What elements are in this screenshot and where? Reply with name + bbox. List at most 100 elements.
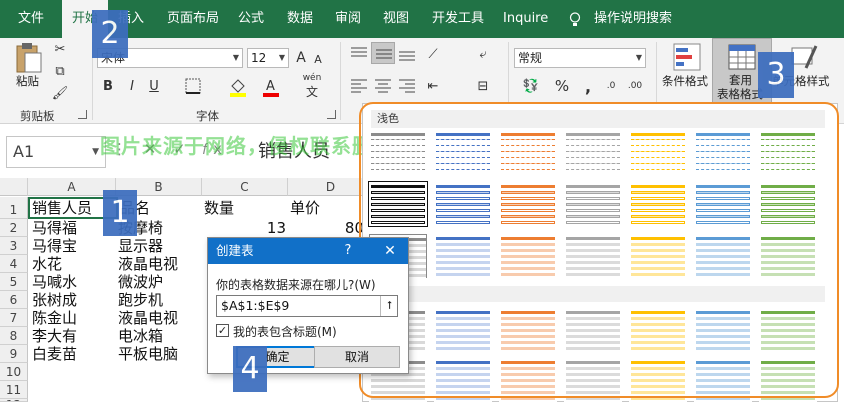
conditional-format-icon[interactable] <box>672 42 702 72</box>
fill-color-button[interactable] <box>222 76 254 98</box>
cell-b5[interactable]: 微波炉 <box>118 273 163 291</box>
orientation-icon[interactable]: ⟋ <box>420 44 446 64</box>
align-middle-button[interactable] <box>371 42 395 64</box>
table-style-thumb[interactable] <box>434 358 492 402</box>
table-style-thumb[interactable] <box>499 182 557 226</box>
table-style-thumb[interactable] <box>434 130 492 174</box>
table-style-thumb[interactable] <box>694 182 752 226</box>
cell-a6[interactable]: 张树成 <box>32 291 77 309</box>
conditional-format-label[interactable]: 条件格式 <box>662 74 708 88</box>
comma-button[interactable]: , <box>580 76 596 96</box>
table-style-thumb[interactable] <box>434 182 492 226</box>
table-style-thumb[interactable] <box>564 308 622 352</box>
row-header[interactable]: 2 <box>0 219 28 237</box>
decrease-decimal-icon[interactable]: .00 <box>624 76 646 96</box>
indent-icon[interactable]: ⇤ <box>420 76 446 96</box>
range-input[interactable]: $A$1:$E$9 <box>216 295 398 317</box>
table-style-thumb[interactable] <box>629 234 687 278</box>
align-center-icon[interactable] <box>374 78 392 94</box>
font-grow-icon[interactable]: A <box>293 48 309 68</box>
tab-review[interactable]: 审阅 <box>335 0 361 38</box>
help-icon[interactable]: ? <box>340 238 356 264</box>
phonetic-button[interactable]: wén 文 <box>298 73 326 99</box>
table-style-thumb[interactable] <box>629 308 687 352</box>
tab-view[interactable]: 视图 <box>383 0 409 38</box>
table-style-thumb[interactable] <box>759 182 817 226</box>
cell-b6[interactable]: 跑步机 <box>118 291 163 309</box>
paste-label[interactable]: 粘贴 <box>16 74 39 88</box>
table-style-thumb[interactable] <box>564 358 622 402</box>
cell-c1[interactable]: 数量 <box>204 199 234 217</box>
tab-file[interactable]: 文件 <box>18 0 44 38</box>
cell-b8[interactable]: 电冰箱 <box>118 327 163 345</box>
copy-icon[interactable]: ⧉ <box>50 62 70 80</box>
table-style-thumb[interactable] <box>369 130 427 174</box>
cell-a9[interactable]: 白麦苗 <box>32 345 77 363</box>
table-style-thumb[interactable] <box>368 181 428 227</box>
cell-a8[interactable]: 李大有 <box>32 327 77 345</box>
table-style-thumb[interactable] <box>629 130 687 174</box>
row-header[interactable]: 3 <box>0 237 28 255</box>
cut-icon[interactable]: ✂ <box>50 40 70 58</box>
increase-decimal-icon[interactable]: .0 <box>600 76 622 96</box>
table-style-thumb[interactable] <box>564 182 622 226</box>
number-format-dropdown[interactable]: 常规 ▼ <box>514 48 646 68</box>
align-top-icon[interactable] <box>350 46 368 62</box>
align-right-icon[interactable] <box>398 78 416 94</box>
table-style-thumb[interactable] <box>499 308 557 352</box>
cell-d1[interactable]: 单价 <box>290 199 320 217</box>
cell-b3[interactable]: 显示器 <box>118 237 163 255</box>
underline-button[interactable]: U <box>146 76 162 96</box>
tell-me-search[interactable]: 操作说明搜索 <box>594 0 672 38</box>
row-header[interactable]: 9 <box>0 345 28 363</box>
column-header-c[interactable]: C <box>202 178 288 196</box>
table-style-thumb[interactable] <box>499 130 557 174</box>
table-style-thumb[interactable] <box>629 358 687 402</box>
row-header[interactable]: 5 <box>0 273 28 291</box>
tab-page-layout[interactable]: 页面布局 <box>167 0 219 38</box>
cell-a3[interactable]: 马得宝 <box>32 237 77 255</box>
cell-b9[interactable]: 平板电脑 <box>118 345 178 363</box>
cell-a4[interactable]: 水花 <box>32 255 62 273</box>
font-color-button[interactable]: A <box>258 76 284 98</box>
cell-a5[interactable]: 马喊水 <box>32 273 77 291</box>
font-shrink-icon[interactable]: A <box>311 50 325 68</box>
collapse-dialog-icon[interactable]: ⭡ <box>380 296 398 316</box>
cell-b7[interactable]: 液晶电视 <box>118 309 178 327</box>
bold-button[interactable]: B <box>100 76 116 96</box>
name-box[interactable]: A1 ▼ <box>6 136 106 168</box>
table-style-thumb[interactable] <box>759 130 817 174</box>
tab-data[interactable]: 数据 <box>287 0 313 38</box>
row-header[interactable]: 4 <box>0 255 28 273</box>
cancel-button[interactable]: 取消 <box>314 346 400 368</box>
merge-center-icon[interactable]: ⊟ <box>470 76 496 96</box>
table-style-thumb[interactable] <box>759 308 817 352</box>
tab-developer[interactable]: 开发工具 <box>432 0 484 38</box>
table-style-thumb[interactable] <box>759 358 817 402</box>
table-style-thumb[interactable] <box>434 308 492 352</box>
row-header[interactable]: 10 <box>0 363 28 381</box>
paste-icon[interactable] <box>14 42 44 74</box>
align-bottom-icon[interactable] <box>398 46 416 62</box>
table-style-thumb[interactable] <box>499 358 557 402</box>
row-header[interactable]: 11 <box>0 381 28 399</box>
percent-button[interactable]: % <box>552 76 572 96</box>
table-style-thumb[interactable] <box>564 234 622 278</box>
close-icon[interactable]: ✕ <box>380 238 400 264</box>
cell-styles-icon[interactable] <box>790 42 820 72</box>
clipboard-launcher-icon[interactable] <box>78 110 87 119</box>
tab-inquire[interactable]: Inquire <box>503 0 548 38</box>
has-headers-label[interactable]: 我的表包含标题(M) <box>233 323 337 340</box>
row-header[interactable]: 7 <box>0 309 28 327</box>
cell-a2[interactable]: 马得福 <box>32 219 77 237</box>
font-launcher-icon[interactable] <box>327 110 336 119</box>
table-style-thumb[interactable] <box>434 234 492 278</box>
align-left-icon[interactable] <box>350 78 368 94</box>
borders-button[interactable] <box>176 76 210 96</box>
table-style-thumb[interactable] <box>759 234 817 278</box>
has-headers-checkbox[interactable]: ✓ <box>216 324 229 337</box>
font-size-dropdown[interactable]: 12 ▼ <box>247 48 289 68</box>
table-style-thumb[interactable] <box>694 308 752 352</box>
row-header[interactable]: 6 <box>0 291 28 309</box>
cell-d2[interactable]: 80 <box>320 219 364 237</box>
